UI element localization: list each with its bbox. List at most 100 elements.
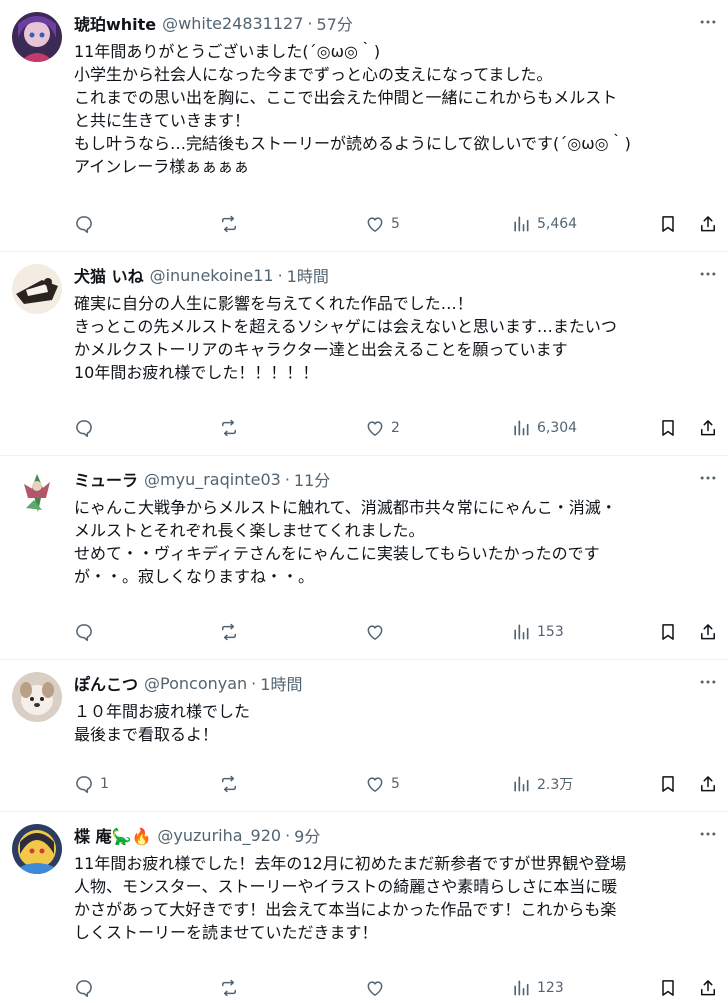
bookmark-icon [662,216,674,232]
share-icon [701,776,715,792]
reply-button[interactable] [74,414,100,442]
post[interactable]: 琥珀white @white24831127 · 57分 11年間ありがとうござ… [0,0,728,252]
share-button[interactable] [698,974,718,1002]
like-count: 5 [391,216,400,232]
views-button[interactable]: 5,464 [511,210,577,238]
like-count: 2 [391,420,400,436]
repost-icon [222,419,236,437]
avatar[interactable] [12,824,62,874]
more-icon[interactable] [696,10,720,34]
repost-icon [222,623,236,641]
post-text: 11年間お疲れ様でした！去年の12月に初めたまだ新参者ですが世界観や登場 人物、… [74,852,722,944]
views-button[interactable]: 123 [511,974,564,1002]
post-time[interactable]: 1時間 [287,263,329,287]
repost-button[interactable] [219,618,245,646]
views-button[interactable]: 2.3万 [511,770,573,798]
user-handle[interactable]: @white24831127 [162,14,303,33]
reply-button[interactable] [74,210,100,238]
user-handle[interactable]: @Ponconyan [144,674,247,693]
reply-icon [76,776,92,793]
avatar[interactable] [12,264,62,314]
post-text: 11年間ありがとうございました(´◎ω◎｀) 小学生から社会人になった今までずっ… [74,40,722,178]
user-handle[interactable]: @yuzuriha_920 [157,826,281,845]
post-time[interactable]: 11分 [294,467,330,491]
post[interactable]: ミューラ @myu_raqinte03 · 11分 にゃんこ大戦争からメルストに… [0,456,728,660]
repost-button[interactable] [219,974,245,1002]
separator-dot: · [285,825,291,845]
reply-icon [76,624,92,641]
post[interactable]: 犬猫 いね @inunekoine11 · 1時間 確実に自分の人生に影響を与え… [0,252,728,456]
post-text-line: しくストーリーを読ませていただきます！ [74,923,378,942]
views-count: 6,304 [537,420,578,436]
post-text-line: 10年間お疲れ様でした！！！！！ [74,363,319,382]
like-button[interactable]: 5 [365,210,400,238]
reply-button[interactable] [74,974,100,1002]
display-name[interactable]: 琥珀white [74,11,156,35]
repost-button[interactable] [219,414,245,442]
post-header: ぽんこつ @Ponconyan · 1時間 [74,670,728,696]
more-icon[interactable] [696,262,720,286]
post-text-line: かさがあって大好きです！出会えて本当によかった作品です！これからも楽 [74,900,617,919]
like-button[interactable] [365,974,391,1002]
post-actions: 123 [74,974,724,1002]
bookmark-button[interactable] [658,210,678,238]
post-text-line: が・・。寂しくなりますね・・。 [74,567,315,586]
more-icon[interactable] [696,670,720,694]
display-name[interactable]: ミューラ [74,467,138,491]
like-button[interactable]: 2 [365,414,400,442]
views-button[interactable]: 153 [511,618,564,646]
post-text: １０年間お疲れ様でした 最後まで看取るよ！ [74,700,722,746]
bookmark-icon [662,980,674,996]
separator-dot: · [307,13,313,33]
user-handle[interactable]: @inunekoine11 [150,266,274,285]
reply-icon [76,980,92,997]
post-time[interactable]: 9分 [294,823,320,847]
like-icon [367,421,383,436]
separator-dot: · [251,673,257,693]
post-time[interactable]: 1時間 [260,671,302,695]
share-button[interactable] [698,770,718,798]
more-icon[interactable] [696,466,720,490]
more-icon[interactable] [696,822,720,846]
bookmark-button[interactable] [658,770,678,798]
share-button[interactable] [698,210,718,238]
reply-button[interactable]: 1 [74,770,109,798]
reply-button[interactable] [74,618,100,646]
display-name[interactable]: 楪 庵🦕🔥 [74,823,151,847]
views-icon [514,420,529,436]
post-header: 犬猫 いね @inunekoine11 · 1時間 [74,262,728,288]
post-header: 琥珀white @white24831127 · 57分 [74,10,728,36]
like-button[interactable] [365,618,391,646]
avatar[interactable] [12,672,62,722]
post-time[interactable]: 57分 [317,11,353,35]
separator-dot: · [277,265,283,285]
post-text-line: メルストとそれぞれ長く楽しませてくれました。 [74,521,425,540]
repost-button[interactable] [219,210,245,238]
separator-dot: · [284,469,290,489]
bookmark-button[interactable] [658,618,678,646]
bookmark-button[interactable] [658,414,678,442]
views-icon [514,216,529,232]
views-button[interactable]: 6,304 [511,414,577,442]
share-icon [701,980,715,996]
display-name[interactable]: ぽんこつ [74,671,138,695]
post-text-line: もし叶うなら…完結後もストーリーが読めるようにして欲しいです(´◎ω◎｀) [74,134,631,153]
post-actions: 5 5,464 [74,210,724,238]
like-icon [367,777,383,792]
like-button[interactable]: 5 [365,770,400,798]
avatar[interactable] [12,468,62,518]
user-handle[interactable]: @myu_raqinte03 [144,470,281,489]
share-button[interactable] [698,414,718,442]
repost-button[interactable] [219,770,245,798]
post-actions: 2 6,304 [74,414,724,442]
post-text-line: これまでの思い出を胸に、ここで出会えた仲間と一緒にこれからもメルスト [74,88,618,107]
post[interactable]: 楪 庵🦕🔥 @yuzuriha_920 · 9分 11年間お疲れ様でした！去年の… [0,812,728,1003]
share-button[interactable] [698,618,718,646]
post[interactable]: ぽんこつ @Ponconyan · 1時間 １０年間お疲れ様でした 最後まで看取… [0,660,728,812]
display-name[interactable]: 犬猫 いね [74,263,144,287]
post-text-line: 人物、モンスター、ストーリーやイラストの綺麗さや素晴らしさに本当に暖 [74,877,618,896]
post-text-line: にゃんこ大戦争からメルストに触れて、消滅都市共々常ににゃんこ・消滅・ [74,498,617,517]
bookmark-button[interactable] [658,974,678,1002]
avatar[interactable] [12,12,62,62]
post-actions: 1 5 2.3万 [74,770,724,798]
